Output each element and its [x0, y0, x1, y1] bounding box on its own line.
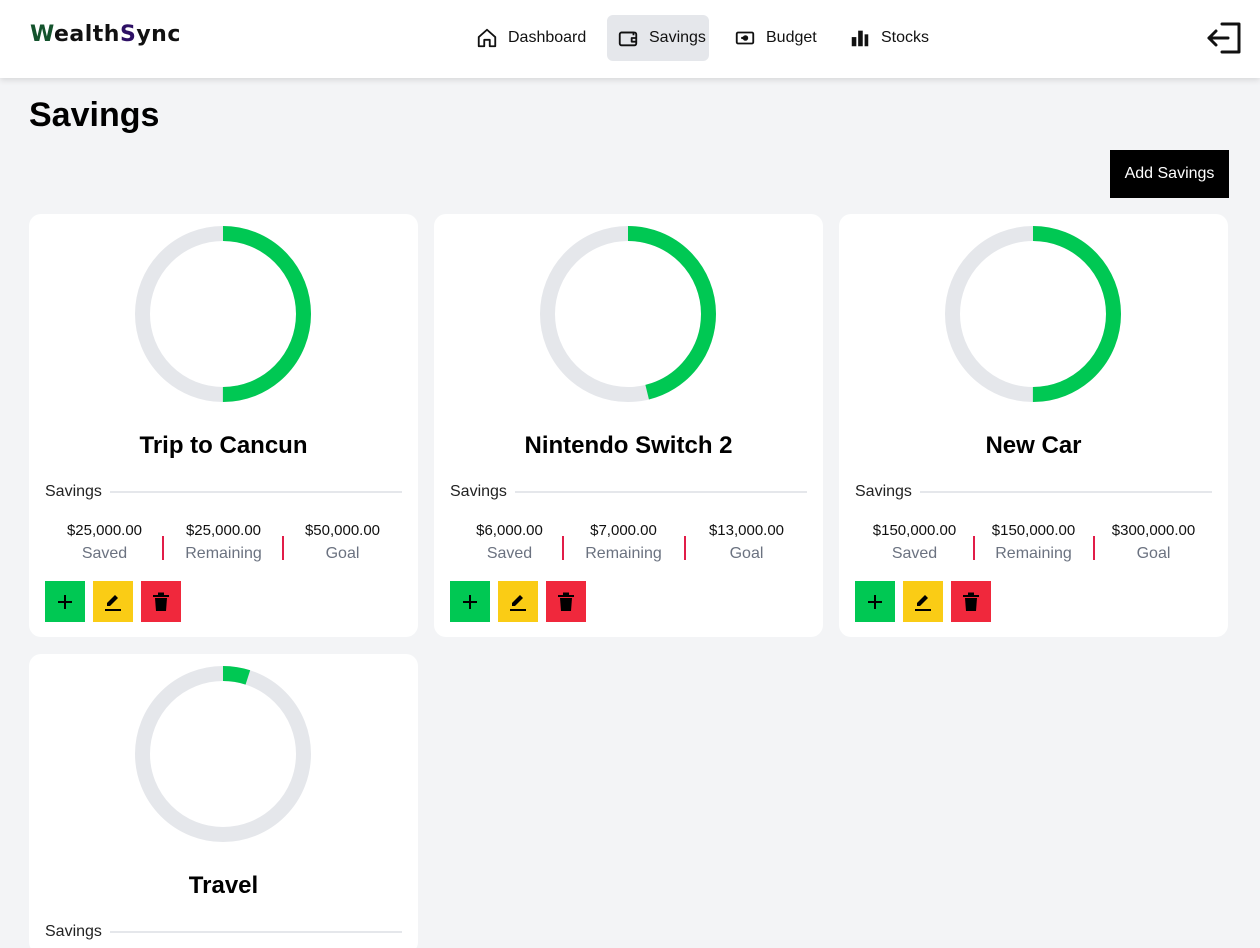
section-label: Savings [45, 483, 102, 500]
top-navbar: WealthSync Dashboard Savings Budget Stoc… [0, 0, 1260, 78]
section-label: Savings [45, 923, 102, 940]
nav-stocks[interactable]: Stocks [839, 15, 939, 61]
card-title: New Car [985, 432, 1082, 459]
stat-goal: $300,000.00 Goal [1094, 520, 1213, 566]
logout-icon[interactable] [1206, 21, 1242, 55]
section-divider [514, 491, 807, 493]
pencil-icon [510, 594, 526, 611]
saved-value: $6,000.00 [476, 522, 543, 539]
add-funds-button[interactable] [855, 581, 895, 622]
stats-row: $150,000.00 Saved $150,000.00 Remaining … [855, 520, 1212, 568]
plus-icon [868, 594, 882, 609]
savings-card: Nintendo Switch 2 Savings $6,000.00 Save… [434, 214, 823, 637]
saved-value: $150,000.00 [872, 522, 957, 539]
pencil-icon [915, 594, 931, 611]
saved-label: Saved [486, 545, 533, 562]
stat-saved: $150,000.00 Saved [855, 520, 974, 566]
add-funds-button[interactable] [450, 581, 490, 622]
main-nav: Dashboard Savings Budget Stocks [0, 15, 1260, 61]
pencil-icon [105, 594, 121, 611]
stat-remaining: $7,000.00 Remaining [564, 520, 683, 566]
progress-donut [945, 226, 1121, 402]
saved-label: Saved [81, 545, 128, 562]
progress-donut [540, 226, 716, 402]
remaining-label: Remaining [995, 545, 1072, 562]
nav-budget-label: Budget [766, 29, 817, 46]
stat-remaining: $25,000.00 Remaining [164, 520, 283, 566]
card-title: Trip to Cancun [139, 432, 308, 459]
goal-value: $300,000.00 [1111, 522, 1196, 539]
section-divider [919, 491, 1212, 493]
card-title: Travel [188, 872, 259, 899]
section-header: Savings [45, 482, 402, 502]
stat-remaining: $150,000.00 Remaining [974, 520, 1093, 566]
nav-dashboard-label: Dashboard [508, 29, 587, 46]
bar-chart-icon [849, 27, 871, 49]
remaining-value: $25,000.00 [185, 522, 262, 539]
edit-button[interactable] [903, 581, 943, 622]
remaining-label: Remaining [185, 545, 262, 562]
page-title: Savings [29, 96, 160, 134]
stats-row: $25,000.00 Saved $25,000.00 Remaining $5… [45, 520, 402, 568]
section-header: Savings [855, 482, 1212, 502]
trash-icon [153, 592, 169, 611]
goal-value: $13,000.00 [708, 522, 785, 539]
stat-saved: $25,000.00 Saved [45, 520, 164, 566]
nav-savings[interactable]: Savings [607, 15, 709, 61]
saved-label: Saved [891, 545, 938, 562]
nav-budget[interactable]: Budget [724, 15, 827, 61]
add-funds-button[interactable] [45, 581, 85, 622]
goal-label: Goal [1136, 545, 1171, 562]
section-label: Savings [855, 483, 912, 500]
delete-button[interactable] [141, 581, 181, 622]
edit-button[interactable] [93, 581, 133, 622]
savings-card: Trip to Cancun Savings $25,000.00 Saved … [29, 214, 418, 637]
stat-goal: $13,000.00 Goal [687, 520, 806, 566]
section-header: Savings [45, 922, 402, 942]
trash-icon [558, 592, 574, 611]
goal-label: Goal [729, 545, 764, 562]
goal-value: $50,000.00 [304, 522, 381, 539]
delete-button[interactable] [546, 581, 586, 622]
savings-card: Travel Savings [29, 654, 418, 948]
stat-divider [684, 536, 686, 560]
progress-donut [135, 666, 311, 842]
nav-stocks-label: Stocks [881, 29, 930, 46]
saved-value: $25,000.00 [66, 522, 143, 539]
stat-goal: $50,000.00 Goal [283, 520, 402, 566]
nav-savings-label: Savings [649, 29, 706, 46]
section-divider [109, 491, 402, 493]
remaining-value: $7,000.00 [590, 522, 657, 539]
edit-button[interactable] [498, 581, 538, 622]
stats-row: $6,000.00 Saved $7,000.00 Remaining $13,… [450, 520, 807, 568]
remaining-value: $150,000.00 [991, 522, 1076, 539]
card-title: Nintendo Switch 2 [524, 432, 733, 459]
savings-card: New Car Savings $150,000.00 Saved $150,0… [839, 214, 1228, 637]
remaining-label: Remaining [585, 545, 662, 562]
trash-icon [963, 592, 979, 611]
nav-dashboard[interactable]: Dashboard [466, 15, 596, 61]
plus-icon [463, 594, 477, 609]
section-divider [109, 931, 402, 933]
goal-label: Goal [325, 545, 360, 562]
stat-saved: $6,000.00 Saved [450, 520, 569, 566]
add-savings-button[interactable]: Add Savings [1110, 150, 1229, 198]
section-label: Savings [450, 483, 507, 500]
cash-icon [734, 27, 756, 49]
wallet-icon [617, 27, 639, 49]
home-icon [476, 27, 498, 49]
plus-icon [58, 594, 72, 609]
section-header: Savings [450, 482, 807, 502]
delete-button[interactable] [951, 581, 991, 622]
progress-donut [135, 226, 311, 402]
